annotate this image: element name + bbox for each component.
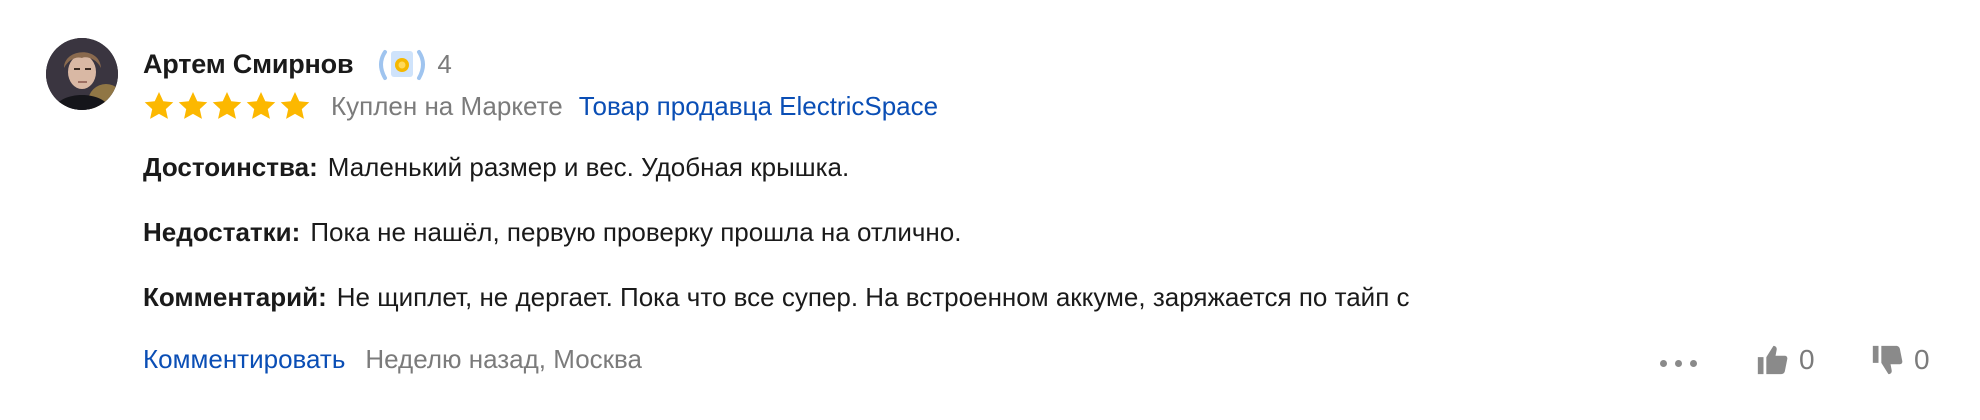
comment-text: Не щиплет, не дергает. Пока что все супе…	[336, 282, 1410, 312]
author-name[interactable]: Артем Смирнов	[143, 49, 354, 80]
avatar[interactable]	[46, 38, 118, 110]
reviewer-level: 4	[437, 48, 452, 79]
comment-label: Комментарий:	[143, 282, 327, 312]
thumbs-down-icon	[1872, 345, 1903, 375]
rating-stars	[143, 90, 311, 122]
seller-link[interactable]: Товар продавца ElectricSpace	[579, 91, 938, 122]
star-icon	[280, 92, 310, 119]
meta-row: Куплен на Маркете Товар продавца Electri…	[143, 88, 938, 124]
star-icon	[212, 92, 242, 119]
more-dot	[1690, 359, 1697, 367]
like-count: 0	[1799, 344, 1815, 375]
dislike-button[interactable]: 0	[1870, 340, 1930, 380]
star-icon	[144, 92, 174, 119]
more-icon[interactable]	[1660, 349, 1706, 377]
pros-label: Достоинства:	[143, 152, 318, 182]
review-comment: Комментарий: Не щиплет, не дергает. Пока …	[143, 282, 1410, 313]
review-cons: Недостатки: Пока не нашёл, первую проверк…	[143, 217, 961, 248]
more-dot	[1660, 359, 1667, 367]
dislike-count: 0	[1914, 344, 1930, 375]
purchase-status: Куплен на Маркете	[331, 90, 563, 121]
thumbs-up-icon	[1757, 345, 1788, 375]
more-dot	[1675, 359, 1682, 367]
star-icon	[246, 92, 276, 119]
reviewer-badge-icon[interactable]	[373, 46, 431, 82]
author-row: Артем Смирнов 4	[143, 44, 452, 84]
star-icon	[178, 92, 208, 119]
pros-text: Маленький размер и вес. Удобная крышка.	[327, 152, 850, 182]
like-button[interactable]: 0	[1755, 340, 1815, 380]
review-footer: Комментировать Неделю назад, Москва	[143, 344, 642, 375]
cons-label: Недостатки:	[143, 217, 301, 247]
cons-text: Пока не нашёл, первую проверку прошла на…	[310, 217, 962, 247]
comment-link[interactable]: Комментировать	[143, 344, 345, 375]
review-date: Неделю назад, Москва	[365, 344, 643, 374]
review-pros: Достоинства: Маленький размер и вес. Удоб…	[143, 152, 849, 183]
